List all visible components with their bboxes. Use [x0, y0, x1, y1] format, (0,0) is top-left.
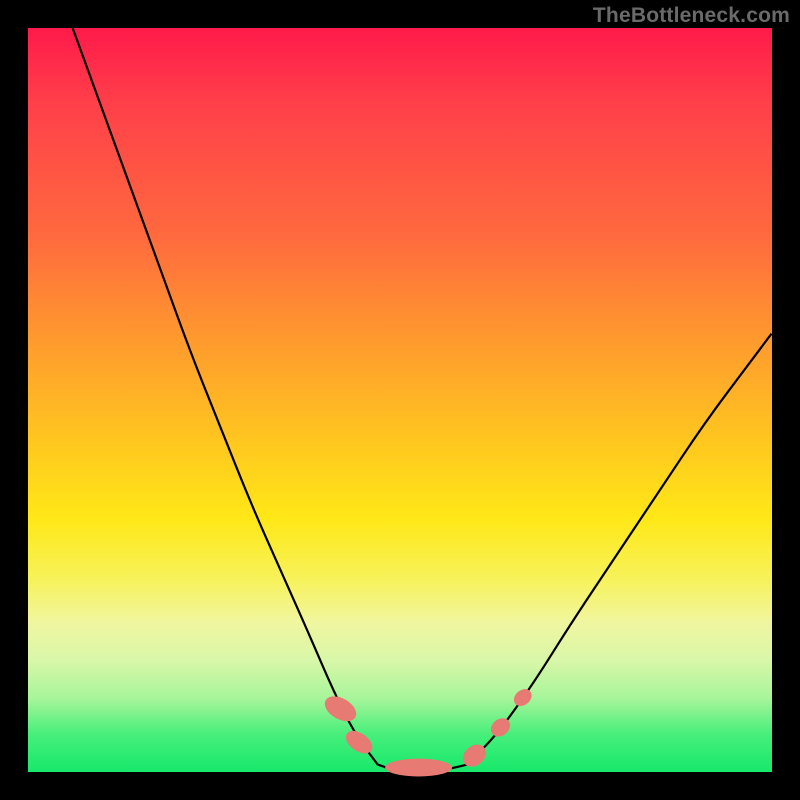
marker-1 — [342, 726, 377, 758]
marker-0 — [320, 691, 360, 726]
series-right-curve — [467, 333, 772, 765]
plot-area — [28, 28, 772, 772]
series-group — [73, 28, 772, 771]
chart-svg — [28, 28, 772, 772]
chart-container: TheBottleneck.com — [0, 0, 800, 800]
marker-2 — [385, 759, 452, 777]
series-left-curve — [73, 28, 378, 765]
marker-group — [320, 686, 534, 777]
watermark-text: TheBottleneck.com — [593, 4, 790, 28]
marker-5 — [511, 686, 535, 710]
